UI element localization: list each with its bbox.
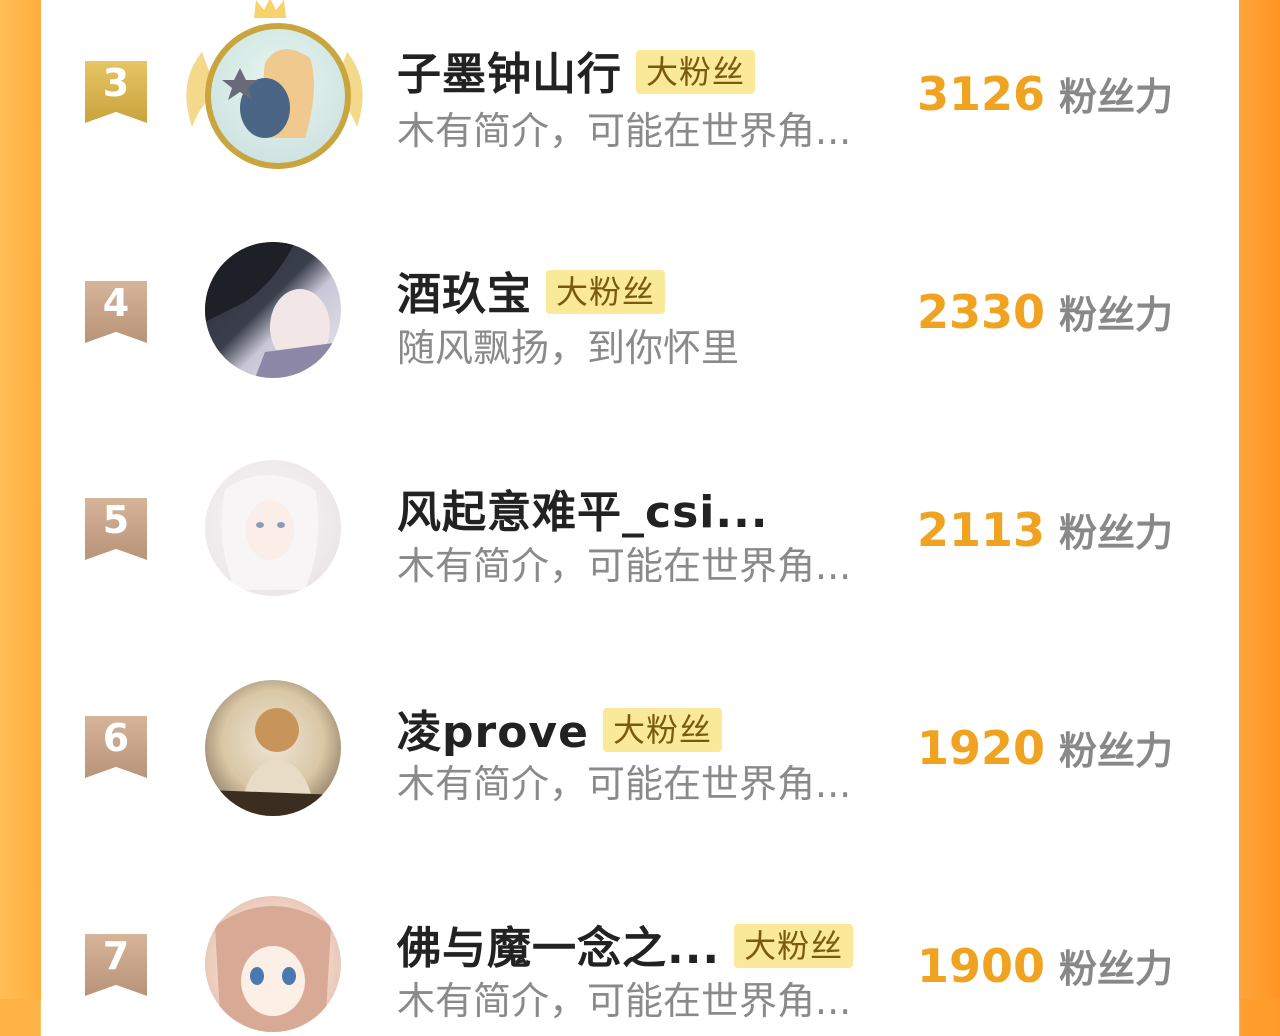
user-bio: 木有简介，可能在世界角... [397, 762, 852, 806]
big-fan-tag: 大粉丝 [546, 270, 666, 314]
fan-power-score: 3126 粉丝力 [917, 67, 1174, 121]
rank-badge: 6 [85, 716, 147, 778]
user-bio: 木有简介，可能在世界角... [397, 109, 852, 153]
avatar[interactable] [205, 460, 341, 596]
rank-badge: 4 [85, 281, 147, 343]
fan-power-score: 1920 粉丝力 [917, 721, 1174, 775]
gold-avatar-frame [205, 23, 351, 169]
avatar[interactable] [205, 680, 341, 816]
leaderboard-row[interactable]: 6 凌prove 大粉丝 木有简介，可能在世界角... 1920 粉丝力 [0, 658, 1280, 818]
big-fan-tag: 大粉丝 [636, 50, 756, 94]
leaderboard-row[interactable]: 3 子墨钟山行 大粉丝 木有简介，可能在世界角... 3126 粉丝力 [0, 0, 1280, 169]
fan-power-score: 2330 粉丝力 [917, 285, 1174, 339]
user-name[interactable]: 酒玖宝 大粉丝 [397, 258, 666, 322]
big-fan-tag: 大粉丝 [602, 708, 722, 752]
crown-icon [254, 0, 286, 18]
user-bio: 随风飘扬，到你怀里 [397, 326, 740, 370]
user-name[interactable]: 风起意难平_csi... [397, 476, 769, 540]
user-name[interactable]: 子墨钟山行 大粉丝 [397, 38, 756, 102]
user-bio: 木有简介，可能在世界角... [397, 544, 852, 588]
avatar[interactable] [205, 242, 341, 378]
user-name[interactable]: 凌prove 大粉丝 [397, 696, 722, 760]
leaderboard-row[interactable]: 5 风起意难平_csi... 木有简介，可能在世界角... 2113 粉丝力 [0, 440, 1280, 600]
rank-badge: 7 [85, 934, 147, 996]
rank-badge: 3 [85, 61, 147, 123]
fan-power-score: 2113 粉丝力 [917, 503, 1174, 557]
user-name[interactable]: 佛与魔一念之... 大粉丝 [397, 912, 854, 976]
rank-badge: 5 [85, 498, 147, 560]
leaderboard-row[interactable]: 4 酒玖宝 大粉丝 随风飘扬，到你怀里 2330 粉丝力 [0, 220, 1280, 380]
big-fan-tag: 大粉丝 [734, 924, 854, 968]
user-bio: 木有简介，可能在世界角... [397, 979, 852, 1023]
avatar[interactable] [205, 896, 341, 1032]
leaderboard-row[interactable]: 7 佛与魔一念之... 大粉丝 木有简介，可能在世界角... 1900 粉丝力 [0, 876, 1280, 1036]
fan-power-score: 1900 粉丝力 [917, 939, 1174, 993]
